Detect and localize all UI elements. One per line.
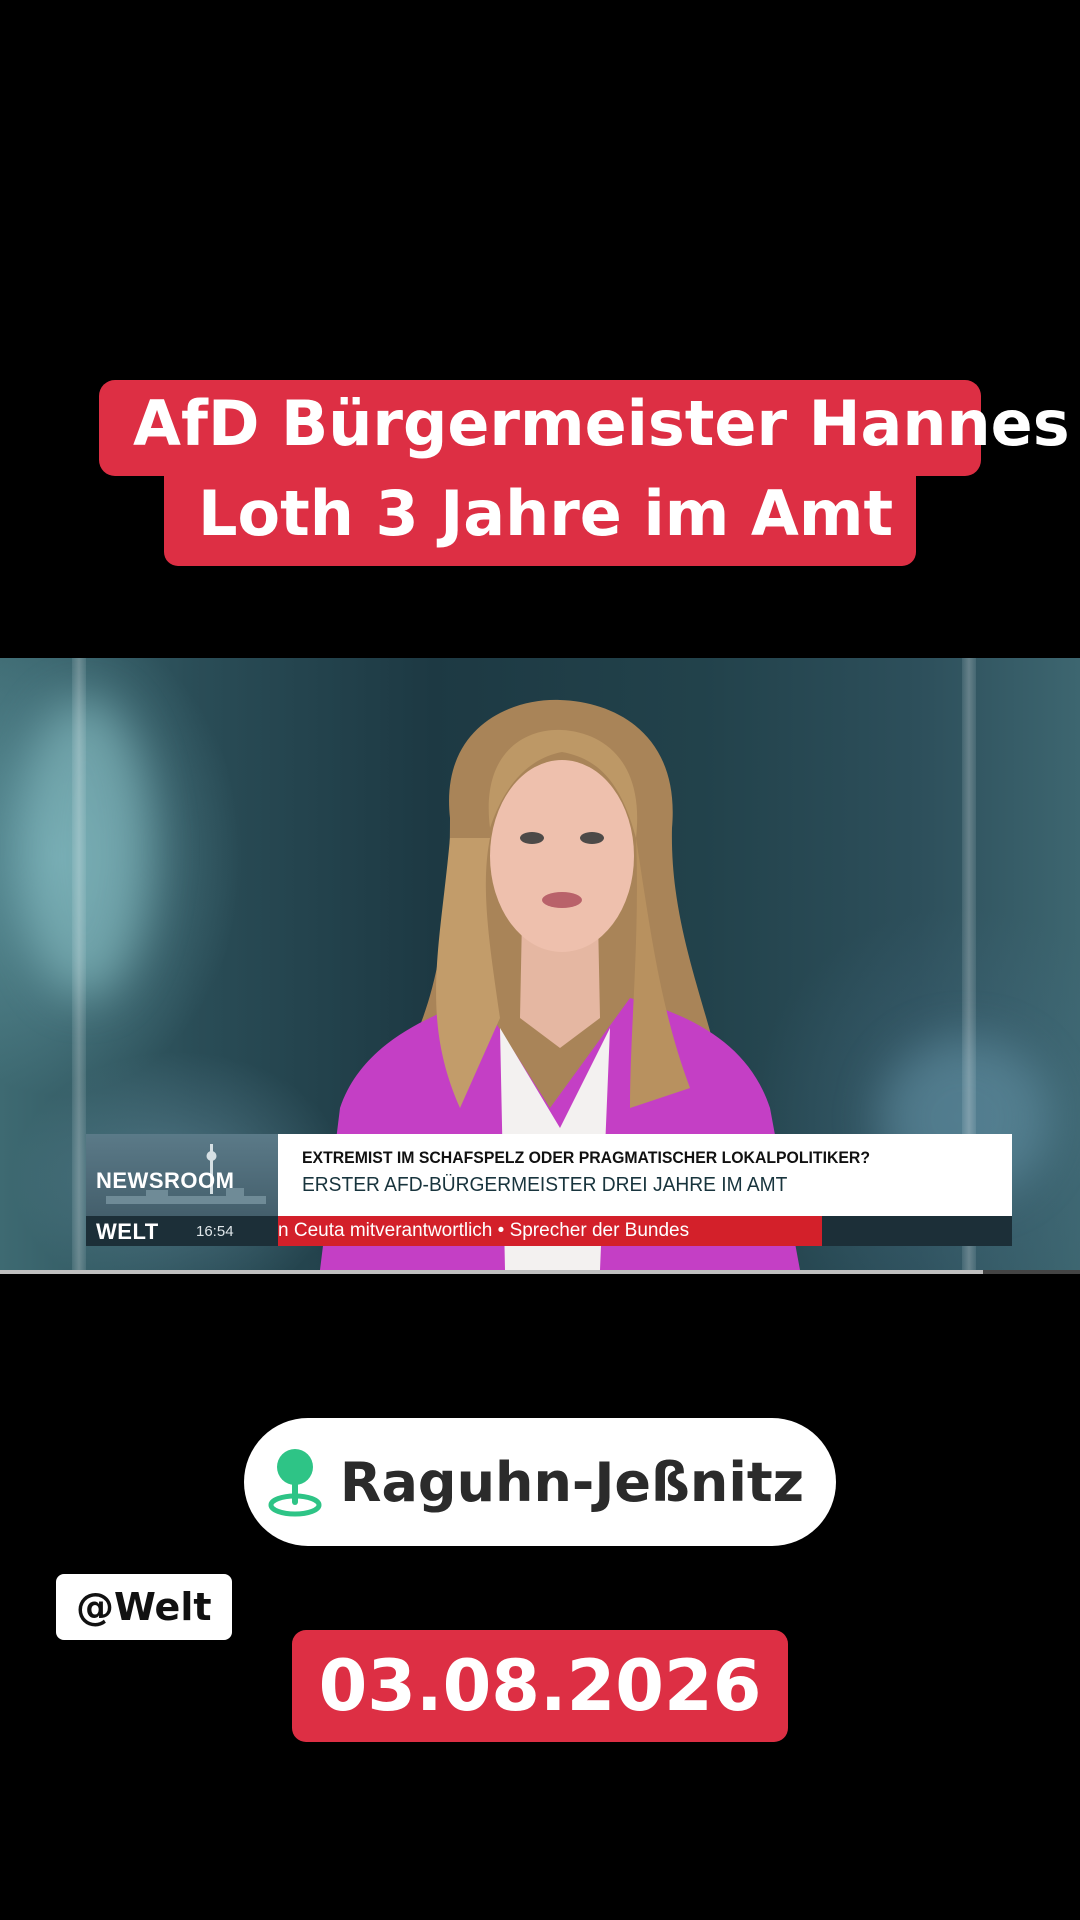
program-name: NEWSROOM	[96, 1168, 235, 1193]
channel-logo: WELT	[96, 1219, 159, 1244]
news-ticker: n Ceuta mitverantwortlich • Sprecher der…	[278, 1216, 822, 1246]
caption-line-1: AfD Bürgermeister Hannes	[99, 380, 1070, 476]
source-handle: @Welt	[56, 1574, 232, 1640]
broadcast-time: 16:54	[196, 1223, 234, 1240]
headline-line-2: ERSTER AFD-BÜRGERMEISTER DREI JAHRE IM A…	[302, 1174, 788, 1196]
video-progress-bar[interactable]	[0, 1270, 1080, 1274]
news-video-frame[interactable]: NEWSROOM EXTREMIST IM SCHAFSPELZ ODER PR…	[0, 658, 1080, 1270]
ticker-text: n Ceuta mitverantwortlich • Sprecher der…	[278, 1220, 690, 1241]
newsroom-logo: NEWSROOM	[86, 1134, 278, 1216]
headline-line-1: EXTREMIST IM SCHAFSPELZ ODER PRAGMATISCH…	[302, 1148, 870, 1167]
date-badge: 03.08.2026	[292, 1630, 788, 1742]
headline-box: EXTREMIST IM SCHAFSPELZ ODER PRAGMATISCH…	[278, 1134, 1012, 1216]
channel-bar: WELT 16:54	[86, 1216, 278, 1246]
location-pin-icon	[268, 1449, 322, 1517]
video-caption: AfD Bürgermeister Hannes Loth 3 Jahre im…	[0, 380, 1080, 566]
studio-pillar	[72, 658, 86, 1270]
location-sticker[interactable]: Raguhn-Jeßnitz	[244, 1418, 836, 1546]
ticker-end-bar	[822, 1216, 1012, 1246]
video-progress-fill	[0, 1270, 983, 1274]
caption-line-2: Loth 3 Jahre im Amt	[164, 470, 916, 566]
location-label: Raguhn-Jeßnitz	[339, 1450, 805, 1514]
